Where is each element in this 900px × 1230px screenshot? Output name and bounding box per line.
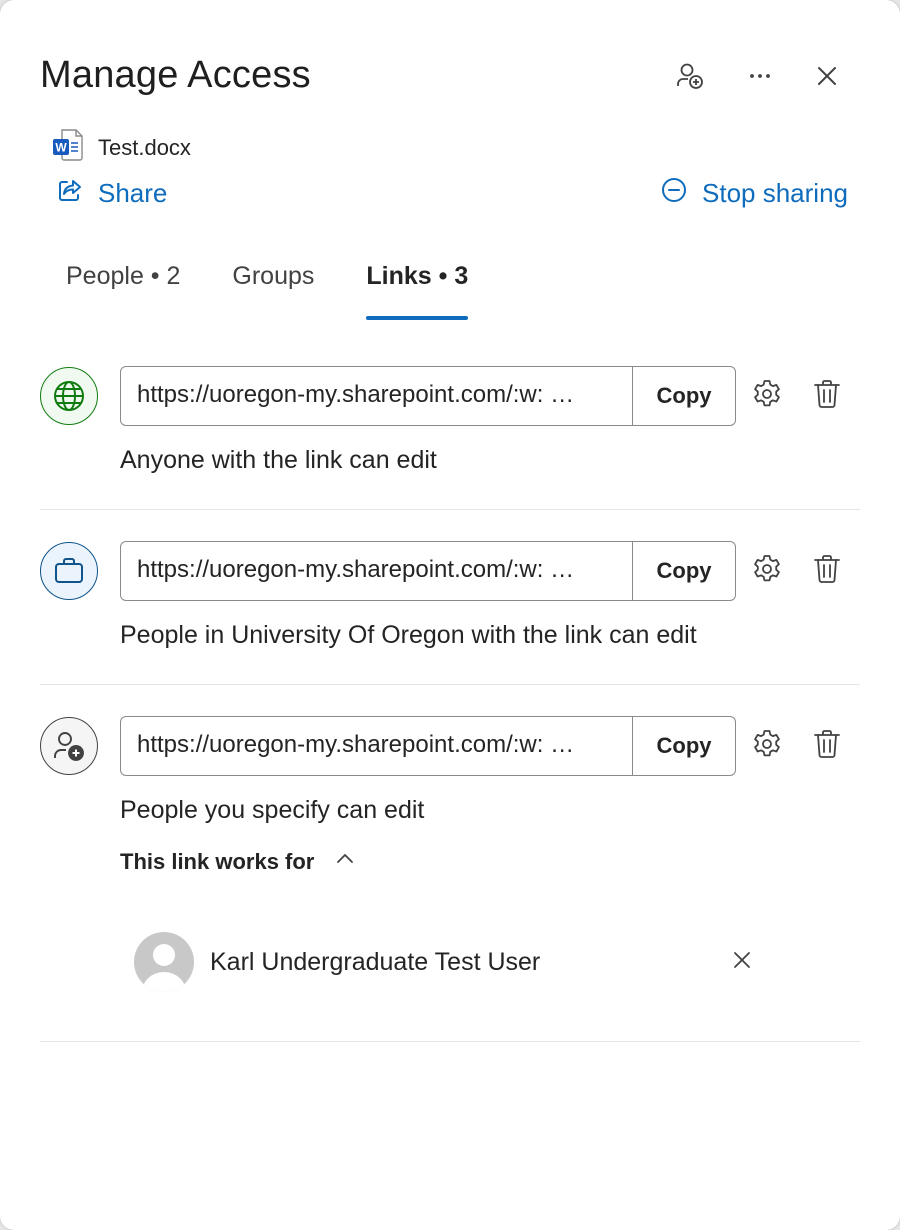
link-recipient: Karl Undergraduate Test User [134,932,540,992]
add-people-button[interactable] [668,56,712,100]
link-url[interactable]: https://uoregon-my.sharepoint.com/:w: … [121,367,632,425]
stop-sharing-label: Stop sharing [702,178,848,208]
tab-people[interactable]: People • 2 [66,262,180,320]
briefcase-icon [40,542,98,600]
word-doc-icon: W [52,128,84,167]
manage-access-panel: Manage Access W Test.docx Share Stop sha… [0,0,900,1230]
trash-icon [811,553,843,590]
delete-link-button[interactable] [807,551,847,591]
link-settings-button[interactable] [747,726,787,766]
link-url[interactable]: https://uoregon-my.sharepoint.com/:w: … [121,717,632,775]
more-options-button[interactable] [738,56,782,100]
page-title: Manage Access [40,54,311,96]
stop-circle-icon [660,176,702,211]
link-description: Anyone with the link can edit [120,446,437,474]
chevron-up-icon [314,848,356,876]
person-add-icon [675,61,705,96]
divider [40,1041,860,1042]
trash-icon [811,728,843,765]
divider [40,509,860,510]
copy-button[interactable]: Copy [632,367,735,425]
works-for-toggle[interactable]: This link works for [120,848,356,876]
gear-icon [751,728,783,765]
file-name: Test.docx [98,134,191,160]
delete-link-button[interactable] [807,376,847,416]
share-button[interactable]: Share [56,176,167,211]
tab-links[interactable]: Links • 3 [366,262,468,320]
trash-icon [811,378,843,415]
link-description: People in University Of Oregon with the … [120,621,697,649]
globe-icon [40,367,98,425]
copy-button[interactable]: Copy [632,717,735,775]
delete-link-button[interactable] [807,726,847,766]
close-icon [731,949,753,976]
link-url-field[interactable]: https://uoregon-my.sharepoint.com/:w: … … [120,716,736,776]
gear-icon [751,378,783,415]
avatar [134,932,194,992]
link-settings-button[interactable] [747,376,787,416]
file-info: W Test.docx [52,128,191,167]
share-icon [56,176,98,211]
link-url[interactable]: https://uoregon-my.sharepoint.com/:w: … [121,542,632,600]
ellipsis-icon [745,61,775,96]
recipient-name: Karl Undergraduate Test User [210,947,541,976]
link-url-field[interactable]: https://uoregon-my.sharepoint.com/:w: … … [120,541,736,601]
remove-recipient-button[interactable] [722,942,762,982]
gear-icon [751,553,783,590]
stop-sharing-button[interactable]: Stop sharing [660,176,848,211]
link-description: People you specify can edit [120,796,425,824]
person-add-icon [40,717,98,775]
share-label: Share [98,178,168,208]
tab-groups[interactable]: Groups [232,262,314,320]
close-button[interactable] [805,56,849,100]
tab-bar: People • 2 Groups Links • 3 [66,262,520,320]
close-icon [814,63,840,94]
divider [40,684,860,685]
link-url-field[interactable]: https://uoregon-my.sharepoint.com/:w: … … [120,366,736,426]
copy-button[interactable]: Copy [632,542,735,600]
link-settings-button[interactable] [747,551,787,591]
svg-text:W: W [55,141,67,155]
works-for-label: This link works for [120,849,315,874]
